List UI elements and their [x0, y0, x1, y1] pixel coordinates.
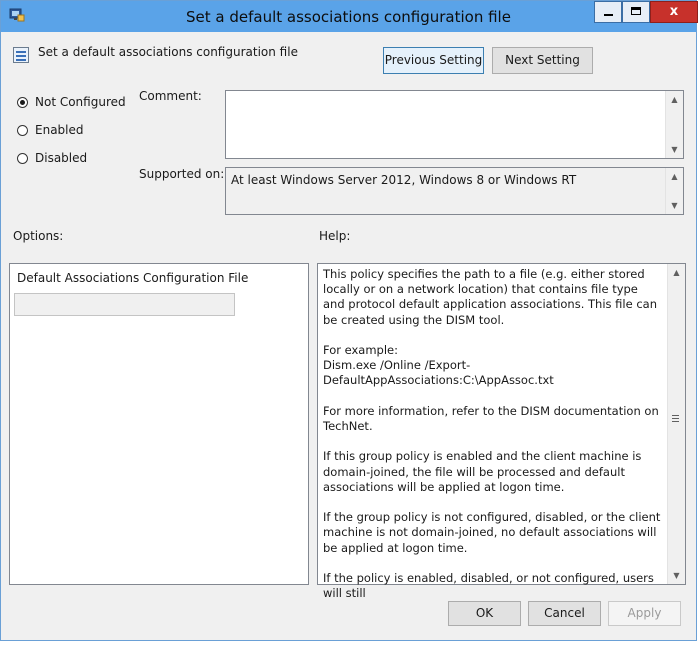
radio-enabled[interactable]: Enabled — [17, 123, 84, 137]
radio-disabled[interactable]: Disabled — [17, 151, 87, 165]
scroll-up-icon[interactable]: ▲ — [666, 168, 683, 185]
radio-enabled-label: Enabled — [35, 123, 84, 137]
comment-scrollbar[interactable]: ▲ ▼ — [665, 91, 683, 158]
close-button[interactable]: x — [650, 1, 698, 23]
scroll-down-icon[interactable]: ▼ — [666, 141, 683, 158]
help-panel: This policy specifies the path to a file… — [317, 263, 686, 600]
cancel-button[interactable]: Cancel — [528, 601, 601, 626]
help-label: Help: — [319, 229, 351, 243]
maximize-button[interactable] — [622, 1, 650, 23]
radio-disabled-indicator[interactable] — [17, 152, 28, 164]
radio-not-configured-label: Not Configured — [35, 95, 126, 109]
supported-on-scrollbar[interactable]: ▲ ▼ — [665, 168, 683, 214]
scroll-thumb-grip-icon[interactable] — [672, 414, 680, 423]
ok-button[interactable]: OK — [448, 601, 521, 626]
config-file-label: Default Associations Configuration File — [17, 271, 249, 285]
scroll-down-icon[interactable]: ▼ — [668, 567, 685, 584]
scroll-up-icon[interactable]: ▲ — [666, 91, 683, 108]
radio-not-configured[interactable]: Not Configured — [17, 95, 126, 109]
window-title: Set a default associations configuration… — [186, 8, 511, 26]
setting-title: Set a default associations configuration… — [38, 45, 298, 59]
radio-enabled-indicator[interactable] — [17, 124, 28, 136]
apply-button: Apply — [608, 601, 681, 626]
help-text: This policy specifies the path to a file… — [323, 267, 661, 601]
minimize-button[interactable] — [594, 1, 622, 23]
comment-label: Comment: — [139, 89, 202, 103]
policy-dialog-window: Set a default associations configuration… — [0, 0, 698, 641]
options-label: Options: — [13, 229, 64, 243]
next-setting-button[interactable]: Next Setting — [492, 47, 593, 74]
supported-on-field: At least Windows Server 2012, Windows 8 … — [225, 167, 684, 215]
config-file-input[interactable] — [14, 293, 235, 316]
scroll-up-icon[interactable]: ▲ — [668, 264, 685, 281]
supported-on-value: At least Windows Server 2012, Windows 8 … — [231, 173, 577, 187]
supported-on-label: Supported on: — [139, 167, 225, 181]
radio-not-configured-indicator[interactable] — [17, 96, 28, 108]
comment-textarea[interactable]: ▲ ▼ — [225, 90, 684, 159]
scroll-down-icon[interactable]: ▼ — [666, 197, 683, 214]
previous-setting-button[interactable]: Previous Setting — [383, 47, 484, 74]
help-scrollbar[interactable]: ▲ ▼ — [667, 264, 685, 584]
close-icon: x — [669, 4, 679, 19]
title-bar[interactable]: Set a default associations configuration… — [1, 1, 698, 32]
policy-setting-icon — [13, 47, 29, 63]
radio-disabled-label: Disabled — [35, 151, 88, 165]
